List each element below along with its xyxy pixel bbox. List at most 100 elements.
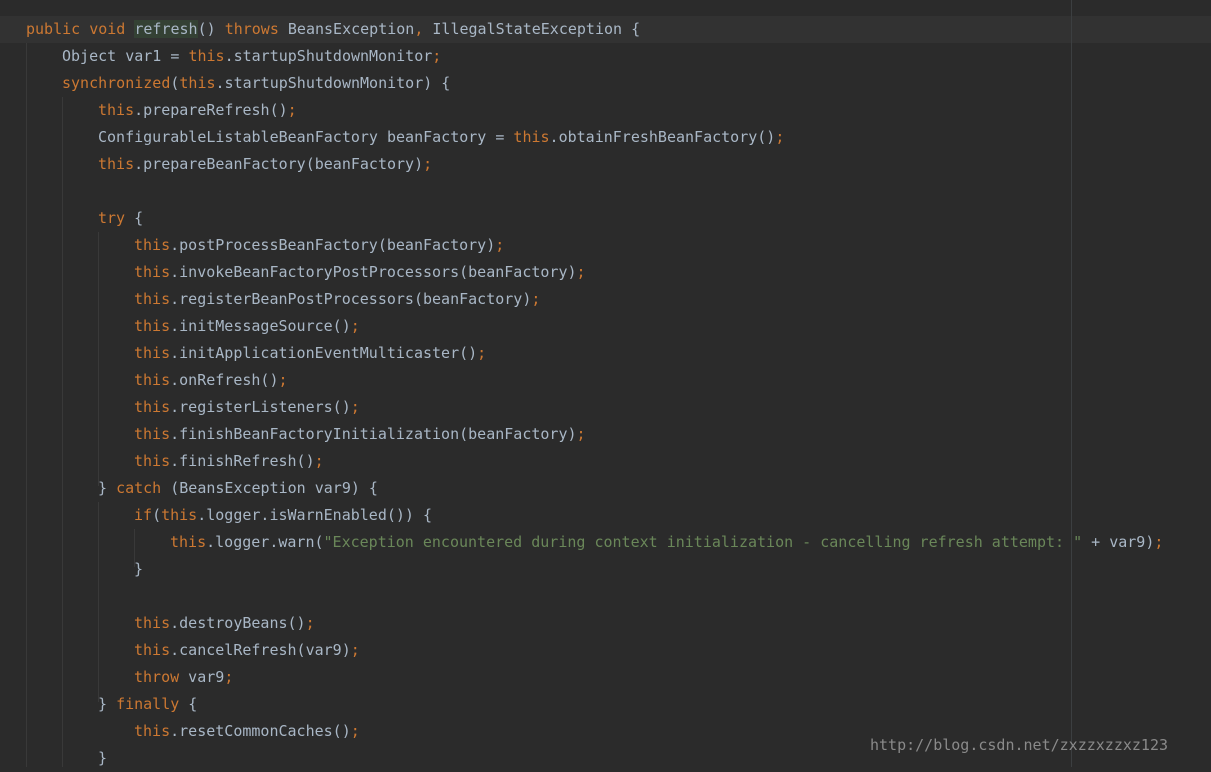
code-token: ( bbox=[152, 506, 162, 524]
code-line[interactable]: throw var9; bbox=[0, 664, 1163, 691]
code-line[interactable]: public void refresh() throws BeansExcept… bbox=[0, 16, 1163, 43]
code-keyword: this bbox=[513, 128, 550, 146]
code-token: .obtainFreshBeanFactory() bbox=[549, 128, 776, 146]
code-keyword: ; bbox=[423, 155, 433, 173]
code-editor[interactable]: public void refresh() throws BeansExcept… bbox=[0, 0, 1211, 767]
code-line[interactable]: try { bbox=[0, 205, 1163, 232]
code-keyword: void bbox=[89, 20, 126, 38]
code-token: .registerListeners() bbox=[170, 398, 351, 416]
code-keyword: finally bbox=[116, 695, 180, 713]
code-string: "Exception encountered during context in… bbox=[323, 533, 1083, 551]
code-keyword: this bbox=[134, 641, 171, 659]
code-line[interactable]: Object var1 = this.startupShutdownMonito… bbox=[0, 43, 1163, 70]
code-token: .finishBeanFactoryInitialization(beanFac… bbox=[170, 425, 577, 443]
code-line[interactable]: } finally { bbox=[0, 691, 1163, 718]
code-token: .prepareBeanFactory(beanFactory) bbox=[134, 155, 424, 173]
code-keyword: ; bbox=[432, 47, 442, 65]
watermark: http://blog.csdn.net/zxzzxzzxz123 bbox=[870, 736, 1169, 754]
code-keyword: ; bbox=[287, 101, 297, 119]
code-keyword: this bbox=[134, 236, 171, 254]
code-token: var9 bbox=[179, 668, 225, 686]
code-line[interactable]: this.destroyBeans(); bbox=[0, 610, 1163, 637]
code-lines[interactable]: public void refresh() throws BeansExcept… bbox=[0, 16, 1163, 772]
code-keyword: this bbox=[134, 425, 171, 443]
code-keyword: public bbox=[26, 20, 81, 38]
code-keyword: this bbox=[98, 101, 135, 119]
code-line[interactable]: this.logger.warn("Exception encountered … bbox=[0, 529, 1163, 556]
code-token: .destroyBeans() bbox=[170, 614, 306, 632]
code-token: .logger.warn( bbox=[206, 533, 324, 551]
code-line[interactable]: this.cancelRefresh(var9); bbox=[0, 637, 1163, 664]
code-keyword: ; bbox=[495, 236, 505, 254]
code-line[interactable]: this.onRefresh(); bbox=[0, 367, 1163, 394]
code-keyword: ; bbox=[278, 371, 288, 389]
code-keyword: throw bbox=[134, 668, 180, 686]
code-token: { bbox=[125, 209, 144, 227]
code-keyword: ; bbox=[576, 425, 586, 443]
code-token: .prepareRefresh() bbox=[134, 101, 288, 119]
code-keyword: ; bbox=[775, 128, 785, 146]
code-line[interactable]: } catch (BeansException var9) { bbox=[0, 475, 1163, 502]
code-token: Object var1 = bbox=[62, 47, 189, 65]
code-line[interactable]: this.registerBeanPostProcessors(beanFact… bbox=[0, 286, 1163, 313]
code-line[interactable]: this.finishBeanFactoryInitialization(bea… bbox=[0, 421, 1163, 448]
code-keyword: ; bbox=[314, 452, 324, 470]
code-line[interactable] bbox=[0, 178, 1163, 205]
code-line[interactable]: if(this.logger.isWarnEnabled()) { bbox=[0, 502, 1163, 529]
code-token: .initMessageSource() bbox=[170, 317, 351, 335]
code-keyword: ; bbox=[350, 317, 360, 335]
code-token: () bbox=[197, 20, 225, 38]
code-token: } bbox=[134, 560, 144, 578]
code-keyword: try bbox=[98, 209, 126, 227]
code-token: .invokeBeanFactoryPostProcessors(beanFac… bbox=[170, 263, 577, 281]
code-token: ConfigurableListableBeanFactory beanFact… bbox=[98, 128, 514, 146]
code-line[interactable]: this.postProcessBeanFactory(beanFactory)… bbox=[0, 232, 1163, 259]
code-token: .cancelRefresh(var9) bbox=[170, 641, 351, 659]
code-keyword: this bbox=[134, 614, 171, 632]
code-token: .startupShutdownMonitor bbox=[224, 47, 433, 65]
code-keyword: this bbox=[170, 533, 207, 551]
code-keyword: catch bbox=[116, 479, 162, 497]
code-token: (BeansException var9) { bbox=[161, 479, 378, 497]
code-token: BeansException bbox=[278, 20, 415, 38]
code-token: IllegalStateException { bbox=[423, 20, 641, 38]
code-token: .postProcessBeanFactory(beanFactory) bbox=[170, 236, 496, 254]
code-line[interactable]: this.prepareBeanFactory(beanFactory); bbox=[0, 151, 1163, 178]
code-line[interactable] bbox=[0, 583, 1163, 610]
code-token: .finishRefresh() bbox=[170, 452, 315, 470]
code-line[interactable]: synchronized(this.startupShutdownMonitor… bbox=[0, 70, 1163, 97]
code-keyword: throws bbox=[224, 20, 279, 38]
code-line[interactable]: } bbox=[0, 556, 1163, 583]
code-keyword: this bbox=[134, 344, 171, 362]
code-keyword: this bbox=[134, 317, 171, 335]
code-keyword: this bbox=[134, 290, 171, 308]
code-keyword: ; bbox=[350, 722, 360, 740]
code-token: } bbox=[98, 479, 117, 497]
code-keyword: this bbox=[134, 722, 171, 740]
code-line[interactable]: this.registerListeners(); bbox=[0, 394, 1163, 421]
code-identifier-highlight: refresh bbox=[134, 20, 198, 38]
code-keyword: synchronized bbox=[62, 74, 171, 92]
code-line[interactable]: this.invokeBeanFactoryPostProcessors(bea… bbox=[0, 259, 1163, 286]
code-keyword: ; bbox=[305, 614, 315, 632]
code-token: } bbox=[98, 749, 108, 767]
code-keyword: ; bbox=[531, 290, 541, 308]
code-line[interactable]: this.prepareRefresh(); bbox=[0, 97, 1163, 124]
code-keyword: this bbox=[134, 371, 171, 389]
code-line[interactable]: ConfigurableListableBeanFactory beanFact… bbox=[0, 124, 1163, 151]
code-keyword: ; bbox=[224, 668, 234, 686]
code-token: .resetCommonCaches() bbox=[170, 722, 351, 740]
code-line[interactable]: this.finishRefresh(); bbox=[0, 448, 1163, 475]
code-line[interactable]: this.initApplicationEventMulticaster(); bbox=[0, 340, 1163, 367]
code-keyword: this bbox=[179, 74, 216, 92]
code-keyword: ; bbox=[477, 344, 487, 362]
code-keyword: if bbox=[134, 506, 153, 524]
code-keyword: ; bbox=[350, 398, 360, 416]
code-line[interactable]: this.initMessageSource(); bbox=[0, 313, 1163, 340]
code-keyword: ; bbox=[576, 263, 586, 281]
code-keyword: ; bbox=[350, 641, 360, 659]
code-keyword: this bbox=[98, 155, 135, 173]
code-keyword: this bbox=[134, 398, 171, 416]
code-token: + var9) bbox=[1082, 533, 1155, 551]
